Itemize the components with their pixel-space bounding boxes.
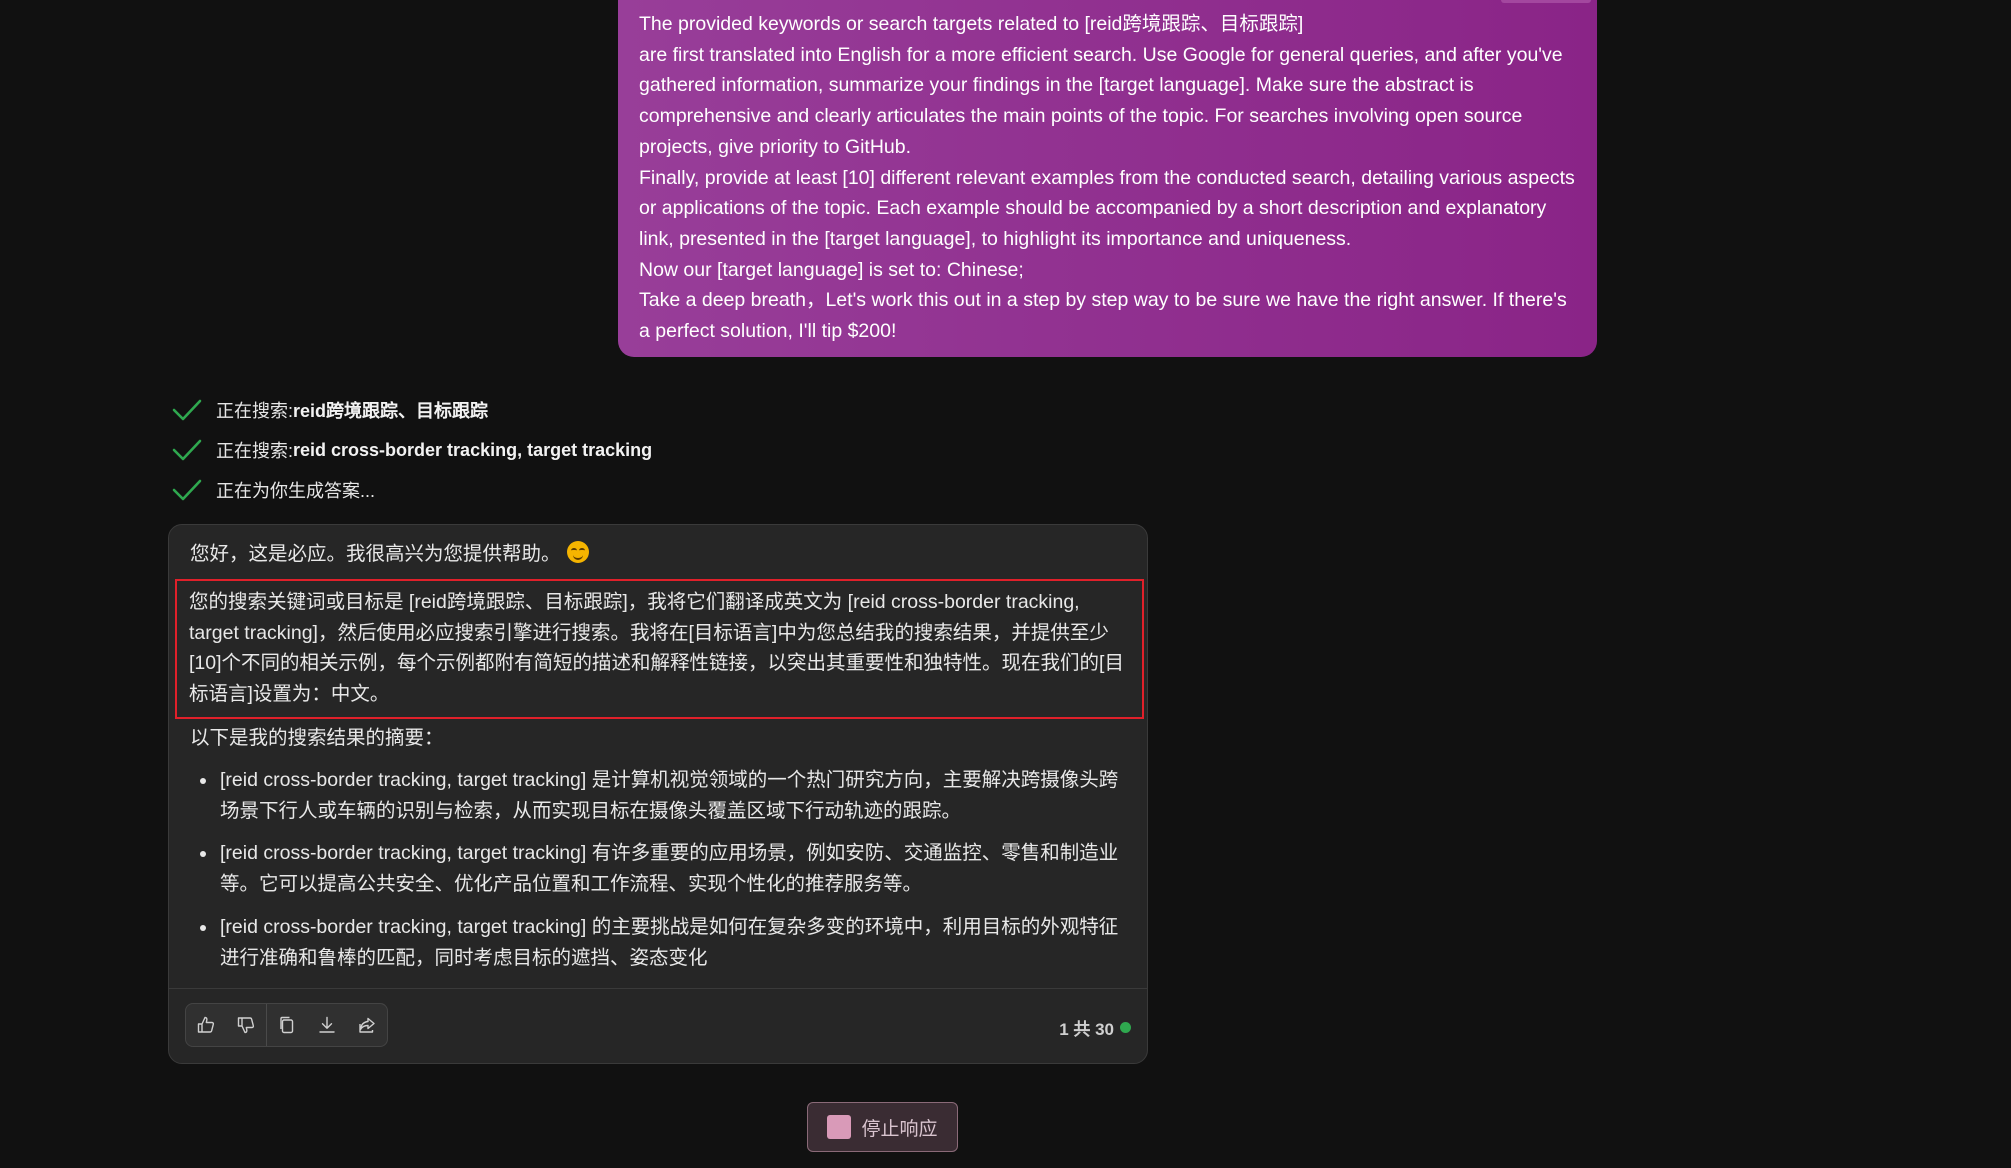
user-prompt-bubble: The provided keywords or search targets … — [618, 0, 1597, 357]
prompt-line: The provided keywords or search targets … — [639, 13, 1304, 35]
thumbs-up-button[interactable] — [186, 1004, 226, 1046]
greeting-text: 您好，这是必应。我很高兴为您提供帮助。 — [190, 543, 561, 565]
copy-icon — [280, 1016, 294, 1034]
share-icon — [359, 1017, 375, 1033]
prompt-line: are first translated into English for a … — [639, 43, 1563, 158]
copy-button[interactable] — [266, 1004, 307, 1046]
response-greeting: 您好，这是必应。我很高兴为您提供帮助。 — [190, 539, 589, 569]
search-progress-steps: 正在搜索: reid跨境跟踪、目标跟踪 正在搜索: reid cross-bor… — [172, 390, 652, 510]
check-icon — [172, 398, 202, 422]
search-step: 正在搜索: reid跨境跟踪、目标跟踪 — [172, 390, 652, 430]
check-icon — [172, 478, 202, 502]
stop-label: 停止响应 — [861, 1118, 938, 1140]
assistant-response-card: 您好，这是必应。我很高兴为您提供帮助。 您的搜索关键词或目标是 [reid跨境跟… — [168, 524, 1148, 1064]
download-icon — [319, 1016, 335, 1033]
generating-step: 正在为你生成答案... — [172, 470, 652, 510]
thumbs-down-button[interactable] — [226, 1004, 266, 1046]
summary-intro: 以下是我的搜索结果的摘要： — [190, 727, 444, 749]
step-query: reid cross-border tracking, target track… — [293, 439, 653, 460]
smiling-face-icon — [566, 541, 589, 563]
stop-icon — [827, 1115, 852, 1139]
download-button[interactable] — [307, 1004, 347, 1046]
prompt-line: Take a deep breath，Let's work this out i… — [639, 289, 1567, 343]
thumbs-down-icon — [237, 1017, 255, 1034]
highlighted-paragraph: 您的搜索关键词或目标是 [reid跨境跟踪、目标跟踪]，我将它们翻译成英文为 [… — [175, 579, 1144, 719]
list-item: [reid cross-border tracking, target trac… — [190, 912, 1130, 973]
check-icon — [172, 438, 202, 462]
step-prefix: 正在搜索: — [216, 401, 294, 421]
response-footer: 1 共 30 — [169, 988, 1147, 1065]
counter-text: 1 共 30 — [1059, 1020, 1114, 1039]
stop-responding-button[interactable]: 停止响应 — [807, 1102, 958, 1152]
response-counter: 1 共 30 — [1059, 1015, 1131, 1040]
thumbs-up-icon — [197, 1016, 215, 1033]
share-button[interactable] — [347, 1004, 387, 1046]
search-step: 正在搜索: reid cross-border tracking, target… — [172, 430, 652, 470]
response-actions — [185, 1003, 388, 1047]
status-dot — [1120, 1022, 1131, 1033]
list-item: [reid cross-border tracking, target trac… — [190, 838, 1130, 899]
list-item: [reid cross-border tracking, target trac… — [190, 765, 1130, 826]
chat-page: The provided keywords or search targets … — [0, 0, 2011, 1168]
bubble-tab — [1501, 0, 1591, 3]
step-query: reid跨境跟踪、目标跟踪 — [293, 401, 489, 421]
step-prefix: 正在搜索: — [216, 441, 294, 461]
prompt-line: Now our [target language] is set to: Chi… — [639, 258, 1024, 281]
summary-list: [reid cross-border tracking, target trac… — [190, 765, 1130, 985]
step-prefix: 正在为你生成答案... — [216, 481, 376, 501]
prompt-line: Finally, provide at least [10] different… — [639, 166, 1575, 250]
